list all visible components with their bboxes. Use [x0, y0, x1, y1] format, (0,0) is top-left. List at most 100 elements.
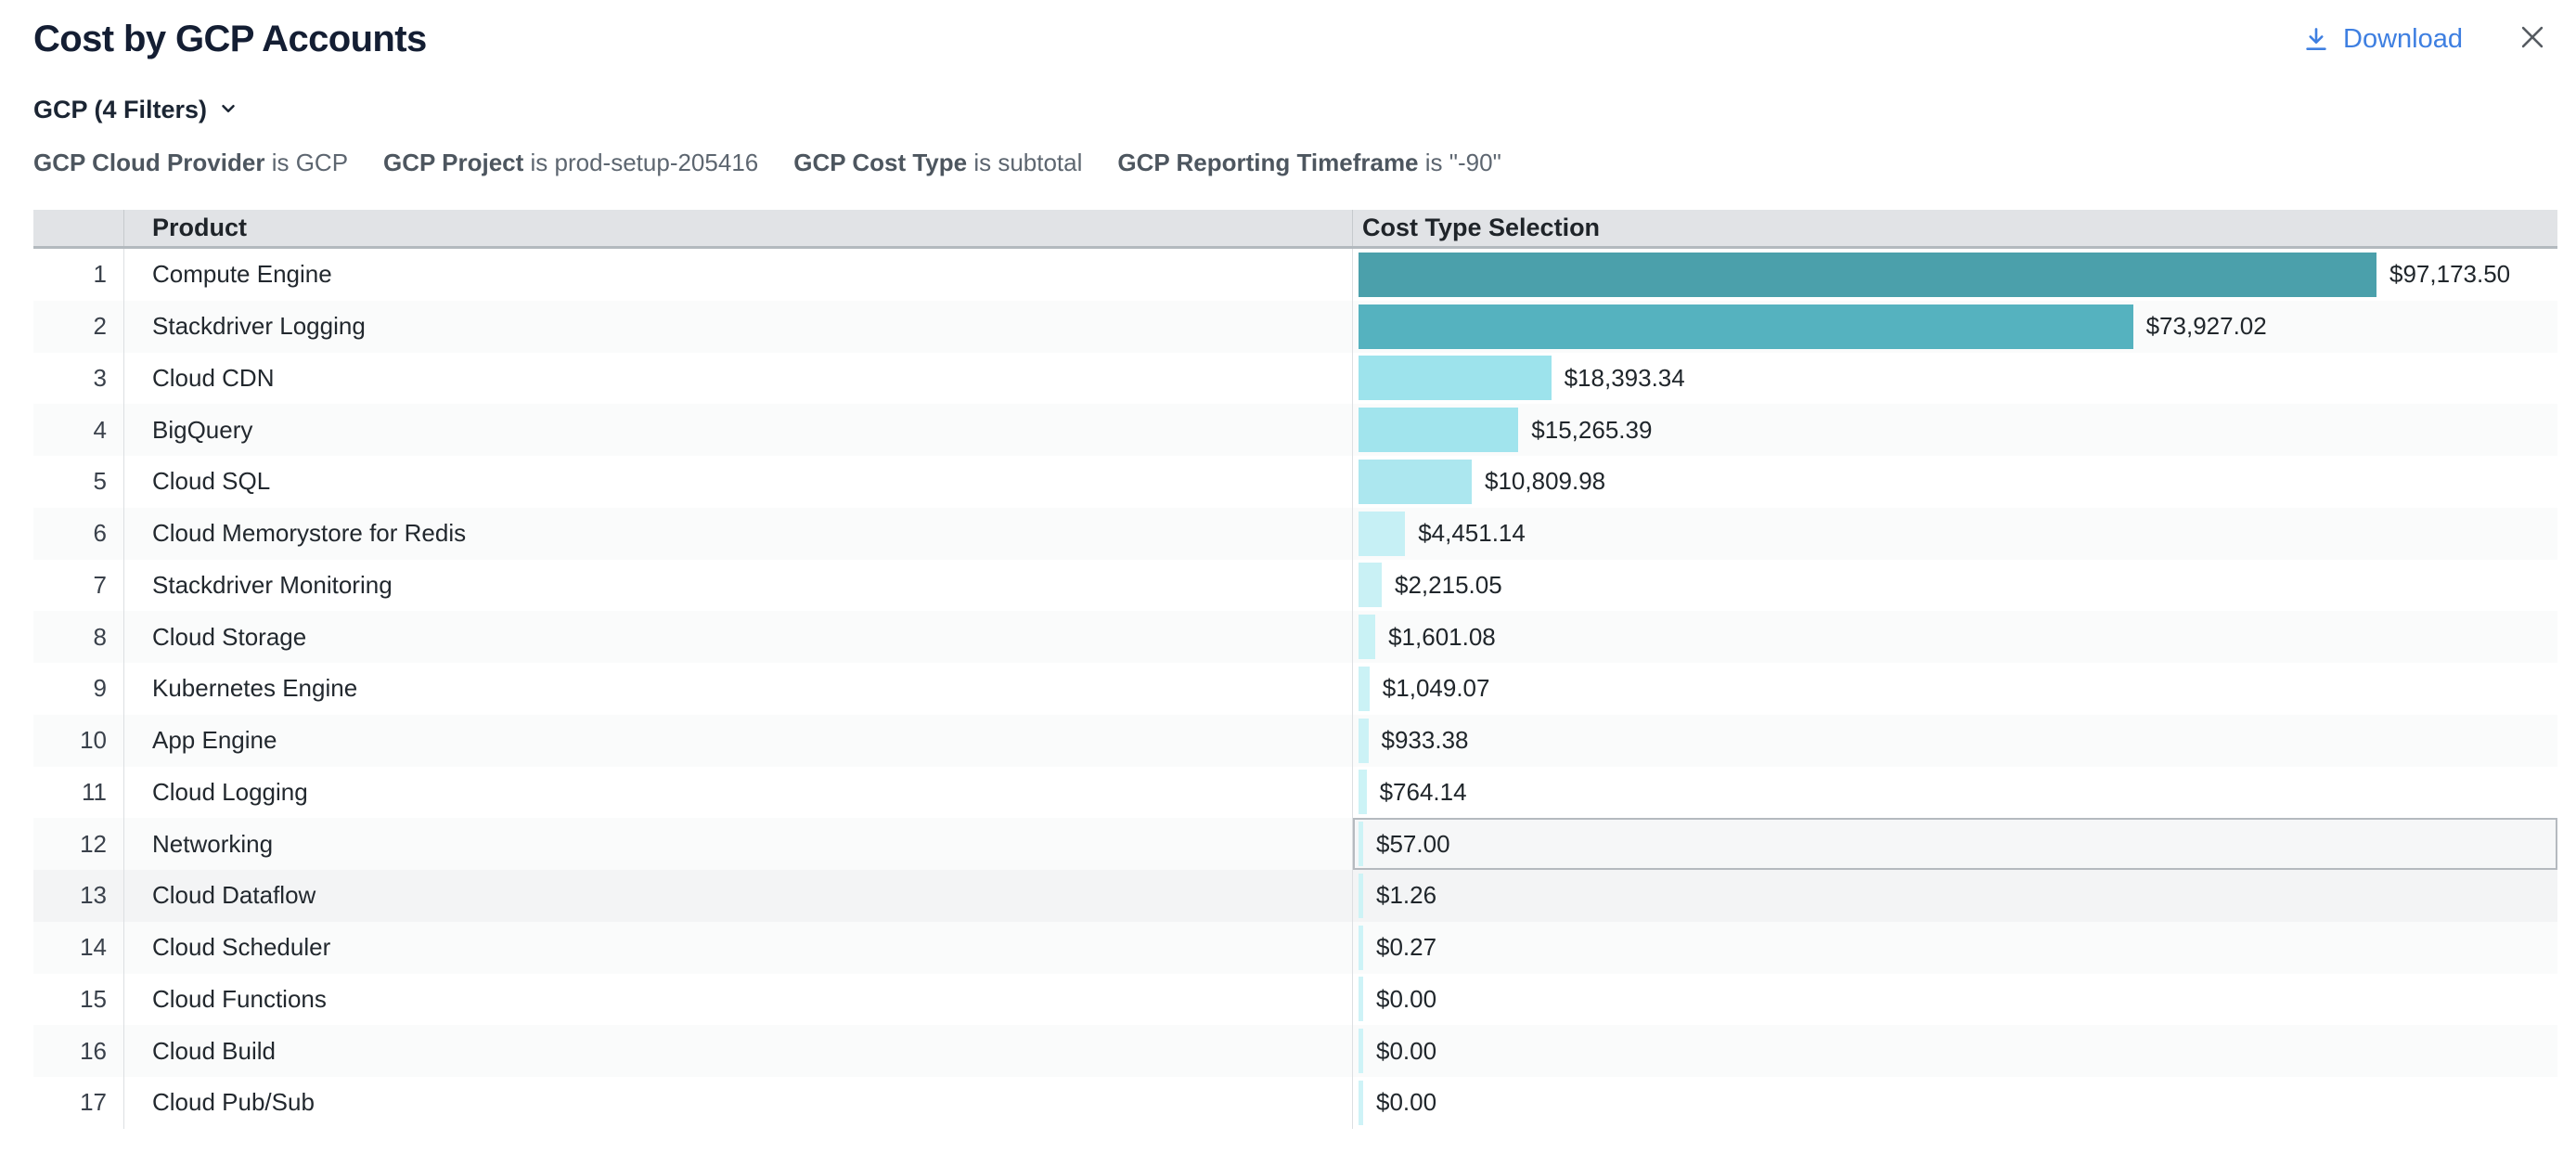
table-row[interactable]: 2 Stackdriver Logging $73,927.02	[33, 301, 2557, 353]
row-index: 16	[33, 1025, 123, 1077]
cost-cell[interactable]: $764.14	[1352, 767, 2557, 819]
table-row[interactable]: 1 Compute Engine $97,173.50	[33, 249, 2557, 301]
row-index: 8	[33, 611, 123, 663]
table-row[interactable]: 11 Cloud Logging $764.14	[33, 767, 2557, 819]
cost-value: $933.38	[1382, 726, 1469, 755]
product-name: Cloud Logging	[123, 767, 1352, 819]
row-index: 6	[33, 508, 123, 560]
page-title: Cost by GCP Accounts	[33, 19, 427, 60]
product-name: Stackdriver Logging	[123, 301, 1352, 353]
table-body: 1 Compute Engine $97,173.50 2 Stackdrive…	[33, 249, 2557, 1129]
close-icon	[2517, 21, 2548, 58]
panel-header: Cost by GCP Accounts Download	[33, 15, 2548, 63]
table-header-row: Product Cost Type Selection	[33, 210, 2557, 249]
cost-bar	[1359, 926, 1363, 970]
cost-cell[interactable]: $0.27	[1352, 922, 2557, 974]
cost-bar	[1359, 1029, 1363, 1073]
cost-bar	[1359, 615, 1375, 659]
cost-value: $0.00	[1376, 985, 1436, 1014]
cost-bar	[1359, 1081, 1363, 1125]
cost-value: $0.00	[1376, 1037, 1436, 1066]
cost-value: $1,049.07	[1383, 674, 1490, 703]
cost-cell[interactable]: $73,927.02	[1352, 301, 2557, 353]
cost-cell[interactable]: $18,393.34	[1352, 353, 2557, 405]
product-name: BigQuery	[123, 404, 1352, 456]
table-row[interactable]: 13 Cloud Dataflow $1.26	[33, 870, 2557, 922]
column-header-product[interactable]: Product	[123, 210, 1352, 246]
cost-value: $18,393.34	[1565, 364, 1685, 393]
cost-report-panel: Cost by GCP Accounts Download GCP (4	[0, 0, 2576, 1166]
cost-cell[interactable]: $2,215.05	[1352, 560, 2557, 612]
cost-cell[interactable]: $1.26	[1352, 870, 2557, 922]
table-row[interactable]: 16 Cloud Build $0.00	[33, 1025, 2557, 1077]
cost-value: $0.00	[1376, 1088, 1436, 1117]
table-row[interactable]: 4 BigQuery $15,265.39	[33, 404, 2557, 456]
table-row[interactable]: 8 Cloud Storage $1,601.08	[33, 611, 2557, 663]
product-name: Cloud Functions	[123, 974, 1352, 1026]
cost-bar	[1359, 356, 1552, 400]
cost-cell[interactable]: $4,451.14	[1352, 508, 2557, 560]
row-index: 15	[33, 974, 123, 1026]
cost-cell[interactable]: $1,049.07	[1352, 663, 2557, 715]
cost-cell[interactable]: $57.00	[1352, 818, 2557, 870]
row-index: 11	[33, 767, 123, 819]
product-name: Kubernetes Engine	[123, 663, 1352, 715]
cost-bar	[1359, 563, 1382, 607]
cost-value: $1.26	[1376, 881, 1436, 910]
filter-group-toggle[interactable]: GCP (4 Filters)	[33, 95, 238, 125]
table-row[interactable]: 15 Cloud Functions $0.00	[33, 974, 2557, 1026]
filter-chip[interactable]: GCP Project is prod-setup-205416	[383, 149, 758, 177]
product-name: Cloud SQL	[123, 456, 1352, 508]
filter-chip[interactable]: GCP Cloud Provider is GCP	[33, 149, 348, 177]
cost-cell[interactable]: $10,809.98	[1352, 456, 2557, 508]
cost-bar	[1359, 408, 1518, 452]
cost-value: $57.00	[1376, 830, 1450, 859]
chevron-down-icon	[218, 95, 238, 125]
table-row[interactable]: 9 Kubernetes Engine $1,049.07	[33, 663, 2557, 715]
product-name: Cloud CDN	[123, 353, 1352, 405]
table-row[interactable]: 3 Cloud CDN $18,393.34	[33, 353, 2557, 405]
cost-bar	[1359, 667, 1370, 711]
table-row[interactable]: 6 Cloud Memorystore for Redis $4,451.14	[33, 508, 2557, 560]
row-index: 4	[33, 404, 123, 456]
row-index: 5	[33, 456, 123, 508]
cost-cell[interactable]: $15,265.39	[1352, 404, 2557, 456]
product-name: Cloud Dataflow	[123, 870, 1352, 922]
cost-value: $0.27	[1376, 933, 1436, 962]
cost-value: $1,601.08	[1388, 623, 1496, 652]
table-row[interactable]: 7 Stackdriver Monitoring $2,215.05	[33, 560, 2557, 612]
cost-bar	[1359, 822, 1363, 866]
cost-value: $764.14	[1380, 778, 1467, 807]
product-name: Cloud Build	[123, 1025, 1352, 1077]
cost-bar	[1359, 253, 2376, 297]
filter-chip[interactable]: GCP Reporting Timeframe is "-90"	[1117, 149, 1501, 177]
product-name: Stackdriver Monitoring	[123, 560, 1352, 612]
column-header-cost-type-selection[interactable]: Cost Type Selection	[1352, 210, 2557, 246]
row-index: 17	[33, 1077, 123, 1129]
cost-cell[interactable]: $933.38	[1352, 715, 2557, 767]
download-button[interactable]: Download	[2302, 24, 2463, 55]
row-index: 2	[33, 301, 123, 353]
table-row[interactable]: 12 Networking $57.00	[33, 818, 2557, 870]
product-name: Cloud Storage	[123, 611, 1352, 663]
column-header-index	[33, 210, 123, 246]
table-row[interactable]: 17 Cloud Pub/Sub $0.00	[33, 1077, 2557, 1129]
table-row[interactable]: 14 Cloud Scheduler $0.27	[33, 922, 2557, 974]
row-index: 13	[33, 870, 123, 922]
close-button[interactable]	[2517, 21, 2548, 58]
applied-filters: GCP Cloud Provider is GCP GCP Project is…	[33, 149, 1501, 177]
product-name: Compute Engine	[123, 249, 1352, 301]
cost-bar	[1359, 512, 1405, 556]
cost-bar	[1359, 770, 1367, 814]
table-row[interactable]: 5 Cloud SQL $10,809.98	[33, 456, 2557, 508]
product-name: Cloud Scheduler	[123, 922, 1352, 974]
product-name: Cloud Memorystore for Redis	[123, 508, 1352, 560]
cost-cell[interactable]: $97,173.50	[1352, 249, 2557, 301]
filter-group-label: GCP (4 Filters)	[33, 96, 207, 124]
cost-cell[interactable]: $0.00	[1352, 1025, 2557, 1077]
table-row[interactable]: 10 App Engine $933.38	[33, 715, 2557, 767]
cost-cell[interactable]: $1,601.08	[1352, 611, 2557, 663]
filter-chip[interactable]: GCP Cost Type is subtotal	[793, 149, 1082, 177]
cost-cell[interactable]: $0.00	[1352, 974, 2557, 1026]
cost-cell[interactable]: $0.00	[1352, 1077, 2557, 1129]
